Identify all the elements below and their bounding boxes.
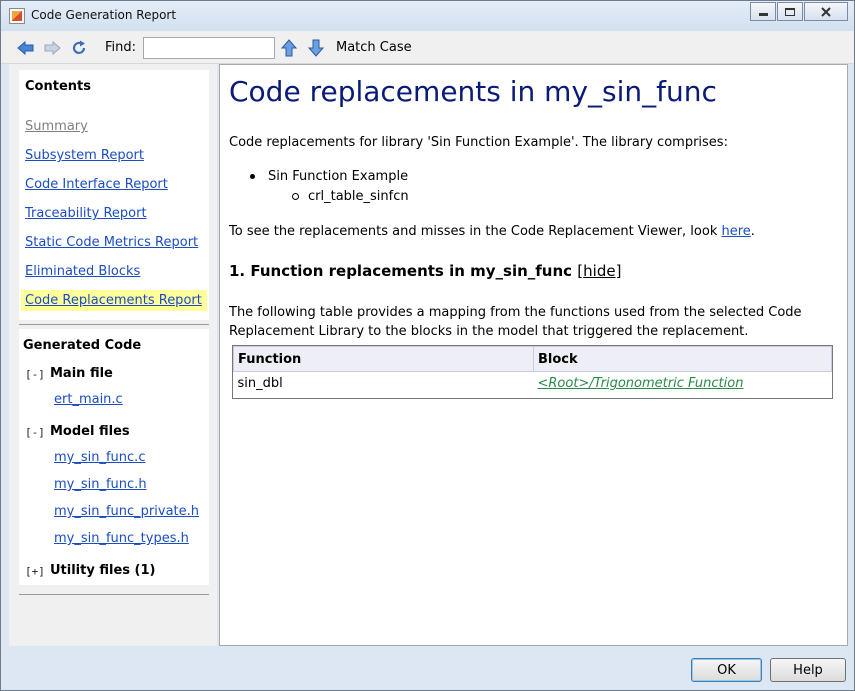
table-description-line-2: Replacement Library to the blocks in the… bbox=[229, 324, 749, 339]
nav-code-replacements-report[interactable]: Code Replacements Report bbox=[21, 290, 207, 311]
cell-block-link[interactable]: <Root>/Trigonometric Function bbox=[534, 372, 832, 396]
contents-panel: Contents Summary Subsystem Report Code I… bbox=[19, 70, 209, 320]
model-files-heading: Model files bbox=[50, 424, 130, 439]
library-item: Sin Function Example bbox=[248, 169, 409, 189]
maximize-icon bbox=[785, 7, 795, 16]
viewer-hint: To see the replacements and misses in th… bbox=[229, 224, 755, 239]
nav-summary[interactable]: Summary bbox=[25, 119, 88, 134]
forward-icon[interactable] bbox=[43, 39, 61, 57]
table-row: sin_dbl <Root>/Trigonometric Function bbox=[234, 372, 832, 396]
file-link-ert-main-c[interactable]: ert_main.c bbox=[54, 392, 123, 407]
help-button[interactable]: Help bbox=[770, 658, 846, 682]
file-link-my-sin-func-private-h[interactable]: my_sin_func_private.h bbox=[54, 504, 199, 519]
contents-title: Contents bbox=[25, 79, 91, 94]
toolbar: Find: Match Case bbox=[1, 31, 854, 64]
file-link-my-sin-func-c[interactable]: my_sin_func.c bbox=[54, 450, 145, 465]
hide-control: [hide] bbox=[577, 262, 621, 280]
hide-link[interactable]: hide bbox=[583, 262, 615, 280]
minimize-button[interactable] bbox=[750, 2, 776, 21]
report-window: Code Generation Report Find: Match Case bbox=[0, 0, 855, 691]
main-file-heading: Main file bbox=[50, 366, 113, 381]
library-table-item: crl_table_sinfcn bbox=[248, 189, 409, 209]
close-icon bbox=[821, 6, 831, 17]
window-title: Code Generation Report bbox=[31, 8, 177, 22]
report-content: Code replacements in my_sin_func Code re… bbox=[219, 64, 848, 646]
nav-static-code-metrics-report[interactable]: Static Code Metrics Report bbox=[25, 235, 198, 250]
minimize-icon bbox=[758, 13, 768, 16]
file-link-my-sin-func-types-h[interactable]: my_sin_func_types.h bbox=[54, 531, 189, 546]
generated-code-panel: Generated Code [-] Main file ert_main.c … bbox=[19, 329, 209, 585]
ok-button[interactable]: OK bbox=[691, 658, 762, 682]
replacements-table: Function Block sin_dbl <Root>/Trigonomet… bbox=[232, 345, 833, 399]
nav-subsystem-report[interactable]: Subsystem Report bbox=[25, 148, 144, 163]
section-heading: 1. Function replacements in my_sin_func … bbox=[229, 262, 621, 280]
section-title: 1. Function replacements in my_sin_func bbox=[229, 262, 573, 280]
hide-bracket-close: ] bbox=[615, 262, 622, 280]
back-icon[interactable] bbox=[17, 39, 35, 57]
library-list: Sin Function Example crl_table_sinfcn bbox=[248, 169, 409, 209]
model-files-toggle[interactable]: [-] bbox=[25, 426, 45, 439]
find-input[interactable] bbox=[143, 37, 275, 59]
generated-code-title: Generated Code bbox=[23, 338, 142, 353]
sidebar: Contents Summary Subsystem Report Code I… bbox=[9, 64, 217, 646]
app-icon bbox=[9, 8, 25, 24]
sidebar-bottom-divider bbox=[19, 594, 209, 595]
viewer-hint-text: To see the replacements and misses in th… bbox=[229, 224, 718, 239]
file-link-my-sin-func-h[interactable]: my_sin_func.h bbox=[54, 477, 147, 492]
refresh-icon[interactable] bbox=[70, 39, 88, 57]
column-header-block: Block bbox=[533, 346, 832, 372]
main-file-toggle[interactable]: [-] bbox=[25, 368, 45, 381]
nav-code-interface-report[interactable]: Code Interface Report bbox=[25, 177, 168, 192]
table-description-line-1: The following table provides a mapping f… bbox=[229, 305, 802, 320]
nav-eliminated-blocks[interactable]: Eliminated Blocks bbox=[25, 264, 140, 279]
intro-text: Code replacements for library 'Sin Funct… bbox=[229, 135, 728, 150]
here-link[interactable]: here bbox=[722, 224, 751, 239]
close-button[interactable] bbox=[804, 2, 848, 21]
title-bar: Code Generation Report bbox=[1, 1, 854, 31]
match-case-toggle[interactable]: Match Case bbox=[336, 40, 412, 55]
cell-function: sin_dbl bbox=[237, 376, 283, 392]
viewer-hint-end: . bbox=[750, 224, 755, 239]
find-next-icon[interactable] bbox=[307, 39, 325, 57]
maximize-button[interactable] bbox=[777, 2, 803, 21]
window-controls bbox=[749, 2, 848, 21]
sidebar-divider bbox=[19, 324, 209, 325]
find-label: Find: bbox=[105, 40, 137, 55]
table-header-row: Function Block bbox=[233, 346, 832, 372]
page-title: Code replacements in my_sin_func bbox=[229, 75, 717, 108]
utility-files-toggle[interactable]: [+] bbox=[25, 565, 45, 578]
utility-files-heading: Utility files (1) bbox=[50, 563, 156, 578]
nav-traceability-report[interactable]: Traceability Report bbox=[25, 206, 147, 221]
column-header-function: Function bbox=[233, 346, 534, 372]
find-previous-icon[interactable] bbox=[280, 39, 298, 57]
